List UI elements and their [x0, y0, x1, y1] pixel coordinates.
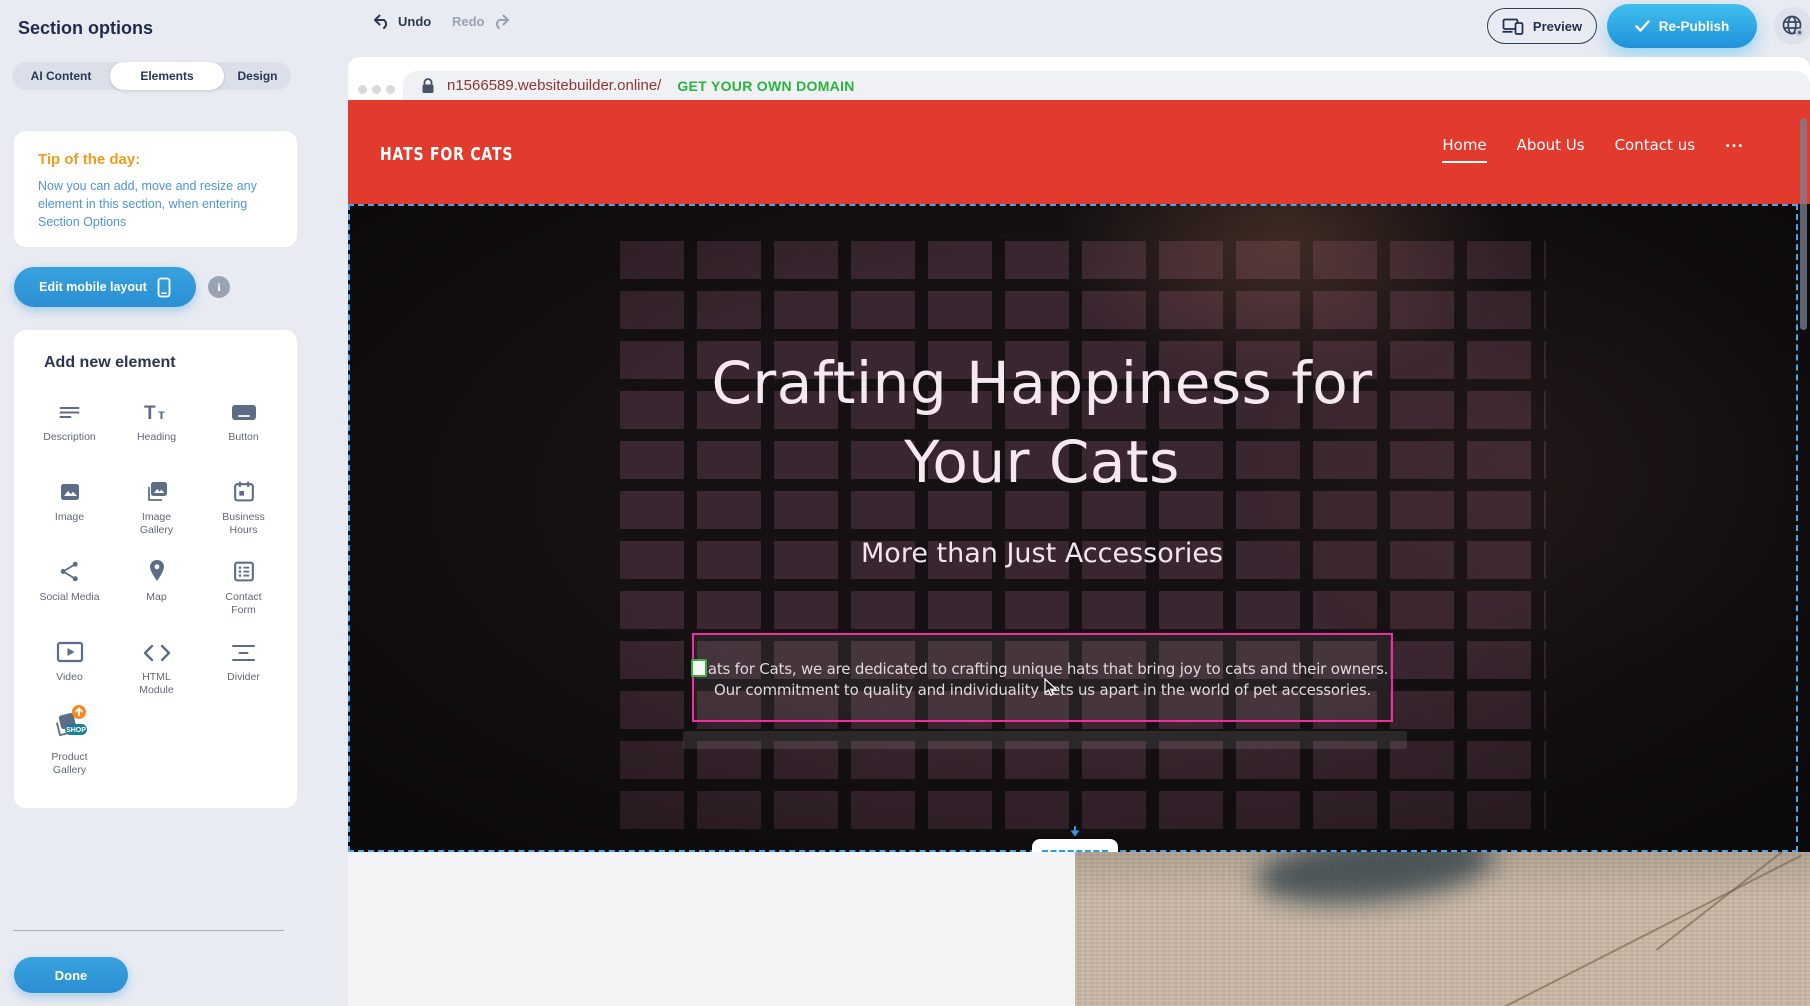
next-section-empty-area[interactable] — [348, 852, 1075, 1006]
element-grid: Description Tт Heading Button — [26, 394, 287, 794]
scrollbar-thumb[interactable] — [1800, 118, 1807, 330]
heading-icon: Tт — [142, 394, 172, 424]
hero-heading[interactable]: Crafting Happiness for Your Cats — [348, 344, 1736, 502]
element-video[interactable]: Video — [26, 634, 113, 714]
code-icon — [143, 634, 171, 664]
panel-tabs: AI Content Elements Design — [12, 62, 291, 90]
divider-icon — [230, 634, 257, 664]
pavement-shadow — [1252, 852, 1498, 914]
edit-mobile-layout-button[interactable]: Edit mobile layout — [14, 267, 196, 307]
element-html-module[interactable]: HTML Module — [113, 634, 200, 714]
nav-about-us[interactable]: About Us — [1517, 136, 1585, 161]
site-url: n1566589.websitebuilder.online/ — [447, 77, 661, 94]
browser-chrome: n1566589.websitebuilder.online/ GET YOUR… — [348, 57, 1810, 100]
globe-language-button[interactable] — [1774, 7, 1810, 45]
sidebar-divider — [13, 930, 284, 931]
image-gallery-icon — [143, 474, 170, 504]
hero-content: Crafting Happiness for Your Cats More th… — [348, 204, 1736, 852]
section-options-panel: Section options AI Content Elements Desi… — [0, 0, 310, 1006]
hero-subheading[interactable]: More than Just Accessories — [348, 538, 1736, 569]
arrow-down-icon — [1069, 826, 1081, 838]
lock-icon — [421, 77, 435, 94]
edit-mobile-layout-label: Edit mobile layout — [39, 280, 147, 294]
undo-icon — [373, 14, 391, 29]
nav-home[interactable]: Home — [1442, 136, 1486, 163]
element-social-media[interactable]: Social Media — [26, 554, 113, 634]
shop-badge: SHOP — [66, 727, 86, 734]
tip-card: Tip of the day: Now you can add, move an… — [14, 131, 297, 247]
element-image-gallery[interactable]: Image Gallery — [113, 474, 200, 554]
undo-label: Undo — [398, 14, 431, 29]
element-drag-handle[interactable] — [691, 659, 707, 677]
info-icon[interactable]: i — [208, 276, 230, 298]
site-logo[interactable]: HATS FOR CATS — [380, 144, 513, 165]
done-button[interactable]: Done — [14, 957, 128, 993]
tab-design[interactable]: Design — [224, 62, 291, 90]
redo-icon — [492, 14, 510, 29]
share-icon — [57, 554, 83, 584]
tab-elements[interactable]: Elements — [110, 62, 224, 90]
devices-icon — [1502, 18, 1524, 35]
tab-ai-content[interactable]: AI Content — [12, 62, 110, 90]
element-image[interactable]: Image — [26, 474, 113, 554]
text-lines-icon — [56, 394, 83, 424]
app: Section options AI Content Elements Desi… — [0, 0, 1810, 1006]
svg-text:T: T — [144, 403, 156, 424]
check-icon — [1635, 20, 1650, 32]
preview-button[interactable]: Preview — [1487, 8, 1597, 44]
image-icon — [57, 474, 83, 504]
element-map[interactable]: Map — [113, 554, 200, 634]
svg-text:т: т — [158, 406, 165, 422]
globe-icon — [1781, 14, 1805, 38]
button-icon — [230, 394, 258, 424]
form-icon — [231, 554, 257, 584]
site-header[interactable]: HATS FOR CATS Home About Us Contact us .… — [348, 100, 1810, 204]
tip-body: Now you can add, move and resize any ele… — [38, 177, 278, 231]
element-heading[interactable]: Tт Heading — [113, 394, 200, 474]
site-nav: Home About Us Contact us ... — [1442, 136, 1744, 163]
redo-button[interactable]: Redo — [452, 14, 510, 29]
pavement-seam — [1656, 852, 1810, 951]
address-bar: n1566589.websitebuilder.online/ GET YOUR… — [403, 71, 1810, 100]
nav-more-button[interactable]: ... — [1725, 136, 1744, 157]
site-preview: n1566589.websitebuilder.online/ GET YOUR… — [348, 57, 1810, 1006]
tip-title: Tip of the day: — [38, 151, 275, 168]
map-pin-icon — [145, 554, 169, 584]
element-business-hours[interactable]: Business Hours — [200, 474, 287, 554]
element-divider[interactable]: Divider — [200, 634, 287, 714]
product-gallery-icon: SHOP — [48, 714, 92, 744]
get-domain-link[interactable]: GET YOUR OWN DOMAIN — [677, 78, 854, 94]
pavement-seam — [1418, 855, 1802, 1006]
selected-text-element[interactable]: Hats for Cats, we are dedicated to craft… — [692, 633, 1393, 722]
calendar-icon — [231, 474, 257, 504]
mouse-cursor — [1044, 678, 1057, 697]
preview-label: Preview — [1533, 19, 1582, 34]
next-section-image[interactable] — [1075, 852, 1810, 1006]
video-icon — [56, 634, 84, 664]
nav-contact-us[interactable]: Contact us — [1615, 136, 1695, 161]
element-button[interactable]: Button — [200, 394, 287, 474]
element-ghost-placeholder — [683, 731, 1407, 749]
editor-topbar: Undo Redo Preview Re-Publish — [0, 0, 1810, 57]
republish-button[interactable]: Re-Publish — [1607, 4, 1757, 48]
next-section — [348, 852, 1810, 1006]
smartphone-icon — [157, 277, 171, 298]
element-contact-form[interactable]: Contact Form — [200, 554, 287, 634]
undo-button[interactable]: Undo — [373, 14, 431, 29]
add-element-title: Add new element — [44, 354, 297, 372]
window-dots — [358, 85, 395, 94]
add-element-panel: Add new element Description Tт Heading — [14, 330, 297, 808]
republish-label: Re-Publish — [1659, 19, 1730, 34]
element-product-gallery[interactable]: SHOP Product Gallery — [26, 714, 113, 794]
element-description[interactable]: Description — [26, 394, 113, 474]
hero-section[interactable]: Crafting Happiness for Your Cats More th… — [348, 204, 1810, 852]
redo-label: Redo — [452, 14, 485, 29]
